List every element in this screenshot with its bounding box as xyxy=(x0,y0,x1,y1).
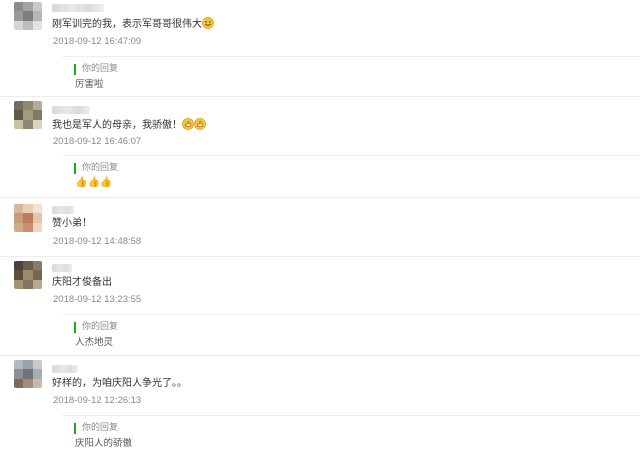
reply-box: 你的回复 👍👍👍 xyxy=(62,155,640,197)
thumbs-up-emoji-icon xyxy=(182,118,194,135)
reply-box: 你的回复 人杰地灵 xyxy=(62,314,640,355)
comment-item: 庆阳才俊备出 2018-09-12 13:23:55 你的回复 人杰地灵 xyxy=(0,257,640,356)
comment-timestamp: 2018-09-12 13:23:55 xyxy=(53,294,142,305)
nickname-redacted xyxy=(52,106,90,114)
comment-text-content: 赞小弟！ xyxy=(52,218,92,229)
nickname-redacted xyxy=(52,4,104,12)
reply-marker xyxy=(74,423,76,434)
comment-text-content: 刚军训完的我，表示军哥哥很伟大 xyxy=(52,19,202,30)
comment-text: 好样的，为咱庆阳人争光了。。 xyxy=(52,377,187,391)
avatar[interactable] xyxy=(14,204,42,232)
comment-text: 我也是军人的母亲，我骄傲！ xyxy=(52,118,206,135)
reply-marker xyxy=(74,322,76,333)
smile-emoji-icon xyxy=(202,17,214,34)
reply-label: 你的回复 xyxy=(82,163,119,173)
comment-text: 庆阳才俊备出 xyxy=(52,276,112,290)
nickname-redacted xyxy=(52,365,78,373)
avatar[interactable] xyxy=(14,101,42,129)
comment-text-content: 庆阳才俊备出 xyxy=(52,277,112,288)
nickname-redacted xyxy=(52,264,72,272)
comment-item: 好样的，为咱庆阳人争光了。。 2018-09-12 12:26:13 你的回复 … xyxy=(0,356,640,451)
avatar[interactable] xyxy=(14,360,42,388)
comment-timestamp: 2018-09-12 16:47:09 xyxy=(53,36,142,47)
comment-timestamp: 2018-09-12 16:46:07 xyxy=(53,136,142,147)
reply-label: 你的回复 xyxy=(82,423,119,433)
comment-item: 赞小弟！ 2018-09-12 14:48:58 xyxy=(0,198,640,257)
reply-text: 👍👍👍 xyxy=(75,177,113,188)
comment-text: 刚军训完的我，表示军哥哥很伟大 xyxy=(52,17,214,34)
reply-label: 你的回复 xyxy=(82,64,119,74)
comment-text: 赞小弟！ xyxy=(52,217,92,231)
reply-text: 庆阳人的骄傲 xyxy=(75,438,133,449)
comment-item: 刚军训完的我，表示军哥哥很伟大 2018-09-12 16:47:09 你的回复… xyxy=(0,0,640,97)
reply-text: 人杰地灵 xyxy=(75,337,114,348)
reply-marker xyxy=(74,163,76,174)
reply-marker xyxy=(74,64,76,75)
avatar[interactable] xyxy=(14,2,42,30)
reply-text: 厉害啦 xyxy=(75,79,104,90)
reply-label: 你的回复 xyxy=(82,322,119,332)
avatar[interactable] xyxy=(14,261,42,289)
comment-text-content: 我也是军人的母亲，我骄傲！ xyxy=(52,120,182,131)
reply-box: 你的回复 厉害啦 xyxy=(62,56,640,96)
comment-timestamp: 2018-09-12 12:26:13 xyxy=(53,395,142,406)
comment-item: 我也是军人的母亲，我骄傲！ 2018-09-12 16:46:07 你的回复 👍… xyxy=(0,97,640,198)
comment-timestamp: 2018-09-12 14:48:58 xyxy=(53,236,142,247)
comment-list: 刚军训完的我，表示军哥哥很伟大 2018-09-12 16:47:09 你的回复… xyxy=(0,0,640,451)
thumbs-up-emoji-icon xyxy=(194,118,206,135)
comment-text-content: 好样的，为咱庆阳人争光了。。 xyxy=(52,378,187,389)
nickname-redacted xyxy=(52,206,74,214)
reply-box: 你的回复 庆阳人的骄傲 xyxy=(62,415,640,452)
